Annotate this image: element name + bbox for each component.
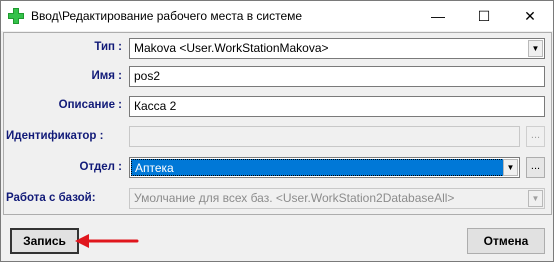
description-value: Касса 2 — [134, 99, 177, 113]
identifier-label: Идентификатор : — [6, 130, 104, 142]
department-browse-button[interactable]: ... — [526, 157, 545, 178]
dialog-window: Ввод\Редактирование рабочего места в сис… — [0, 0, 554, 262]
database-label: Работа с базой: — [6, 192, 96, 204]
green-plus-icon — [8, 8, 24, 24]
red-arrow-icon — [75, 234, 139, 248]
description-label: Описание : — [58, 99, 122, 111]
maximize-icon: ☐ — [477, 7, 491, 24]
close-icon: ✕ — [524, 7, 536, 24]
name-label: Имя : — [91, 70, 122, 82]
maximize-button[interactable]: ☐ — [461, 1, 507, 31]
close-button[interactable]: ✕ — [507, 1, 553, 31]
type-label: Тип : — [94, 41, 122, 53]
title-bar[interactable]: Ввод\Редактирование рабочего места в сис… — [1, 1, 553, 31]
department-label: Отдел : — [79, 161, 122, 173]
identifier-browse-button: ... — [526, 126, 545, 147]
database-select: Умолчание для всех баз. <User.WorkStatio… — [129, 188, 545, 209]
chevron-down-icon[interactable]: ▼ — [528, 40, 543, 57]
name-field[interactable]: pos2 — [129, 66, 545, 87]
type-value: Makova <User.WorkStationMakova> — [134, 41, 329, 55]
identifier-field — [129, 126, 520, 147]
database-value: Умолчание для всех баз. <User.WorkStatio… — [134, 191, 455, 205]
type-select[interactable]: Makova <User.WorkStationMakova> ▼ — [129, 38, 545, 59]
form-panel: Тип : Makova <User.WorkStationMakova> ▼ … — [3, 32, 552, 215]
cancel-button[interactable]: Отмена — [467, 228, 545, 254]
description-field[interactable]: Касса 2 — [129, 96, 545, 117]
name-value: pos2 — [134, 69, 161, 83]
minimize-icon: — — [431, 8, 445, 24]
department-value: Аптека — [131, 159, 518, 176]
chevron-down-icon[interactable]: ▼ — [503, 159, 518, 176]
window-title: Ввод\Редактирование рабочего места в сис… — [31, 9, 303, 23]
department-select[interactable]: Аптека ▼ — [129, 157, 520, 178]
chevron-down-icon: ▼ — [528, 190, 543, 207]
minimize-button[interactable]: — — [415, 1, 461, 31]
save-button[interactable]: Запись — [10, 228, 79, 254]
